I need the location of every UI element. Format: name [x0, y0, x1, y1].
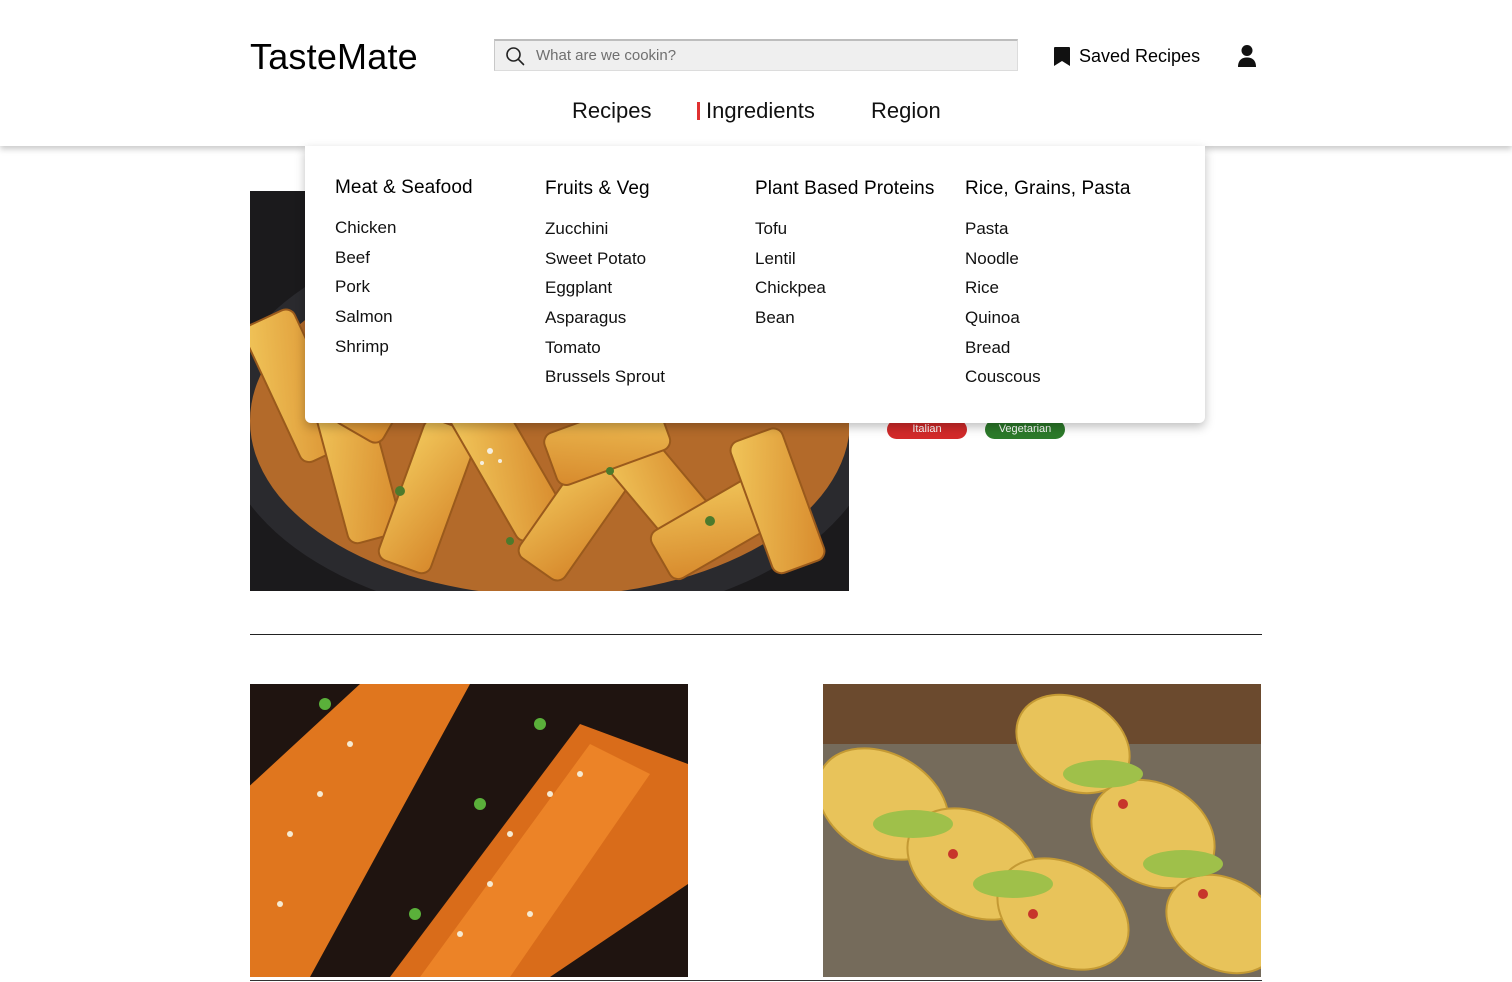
- recipe-card-image-tacos[interactable]: [823, 684, 1261, 977]
- column-title[interactable]: Rice, Grains, Pasta: [965, 178, 1175, 200]
- site-header: TasteMate Saved Recipes Recipes Ingredie…: [0, 0, 1512, 146]
- column-title[interactable]: Meat & Seafood: [335, 177, 545, 199]
- user-icon[interactable]: [1236, 44, 1258, 68]
- dropdown-column-meat-seafood: Meat & Seafood Chicken Beef Pork Salmon …: [335, 177, 545, 365]
- ingredient-item[interactable]: Salmon: [335, 306, 545, 336]
- nav-recipes[interactable]: Recipes: [572, 98, 651, 124]
- brand-logo[interactable]: TasteMate: [250, 36, 418, 78]
- bookmark-icon: [1054, 47, 1070, 66]
- bottom-divider: [250, 980, 1262, 981]
- ingredient-item[interactable]: Tomato: [545, 337, 755, 367]
- ingredient-item[interactable]: Sweet Potato: [545, 248, 755, 278]
- ingredient-item[interactable]: Pork: [335, 276, 545, 306]
- ingredient-item[interactable]: Bean: [755, 307, 965, 337]
- ingredient-item[interactable]: Eggplant: [545, 277, 755, 307]
- search-bar[interactable]: [494, 39, 1018, 71]
- column-title[interactable]: Plant Based Proteins: [755, 178, 965, 200]
- main-nav: Recipes Ingredients Region: [0, 98, 1512, 128]
- section-divider: [250, 634, 1262, 635]
- ingredient-item[interactable]: Lentil: [755, 248, 965, 278]
- ingredient-item[interactable]: Asparagus: [545, 307, 755, 337]
- ingredient-item[interactable]: Noodle: [965, 248, 1175, 278]
- ingredient-item[interactable]: Beef: [335, 247, 545, 277]
- dropdown-column-rice-grains-pasta: Rice, Grains, Pasta Pasta Noodle Rice Qu…: [965, 178, 1175, 396]
- saved-recipes-label: Saved Recipes: [1079, 45, 1201, 66]
- ingredient-item[interactable]: Chicken: [335, 217, 545, 247]
- ingredient-item[interactable]: Pasta: [965, 218, 1175, 248]
- ingredient-item[interactable]: Bread: [965, 337, 1175, 367]
- search-icon: [504, 45, 526, 67]
- nav-region[interactable]: Region: [871, 98, 941, 124]
- dropdown-column-fruits-veg: Fruits & Veg Zucchini Sweet Potato Eggpl…: [545, 178, 755, 396]
- active-indicator: [697, 102, 700, 120]
- ingredient-item[interactable]: Tofu: [755, 218, 965, 248]
- ingredient-item[interactable]: Chickpea: [755, 277, 965, 307]
- nav-ingredients[interactable]: Ingredients: [697, 98, 815, 124]
- ingredient-item[interactable]: Shrimp: [335, 336, 545, 366]
- nav-ingredients-label: Ingredients: [706, 98, 815, 123]
- ingredient-item[interactable]: Quinoa: [965, 307, 1175, 337]
- column-title[interactable]: Fruits & Veg: [545, 178, 755, 200]
- ingredient-item[interactable]: Couscous: [965, 366, 1175, 396]
- ingredient-item[interactable]: Rice: [965, 277, 1175, 307]
- ingredients-dropdown: Meat & Seafood Chicken Beef Pork Salmon …: [305, 146, 1205, 423]
- ingredient-item[interactable]: Brussels Sprout: [545, 366, 755, 396]
- recipe-card-image-salmon[interactable]: [250, 684, 688, 977]
- search-input[interactable]: [536, 47, 976, 64]
- dropdown-column-plant-proteins: Plant Based Proteins Tofu Lentil Chickpe…: [755, 178, 965, 337]
- ingredient-item[interactable]: Zucchini: [545, 218, 755, 248]
- saved-recipes-link[interactable]: Saved Recipes: [1052, 45, 1200, 67]
